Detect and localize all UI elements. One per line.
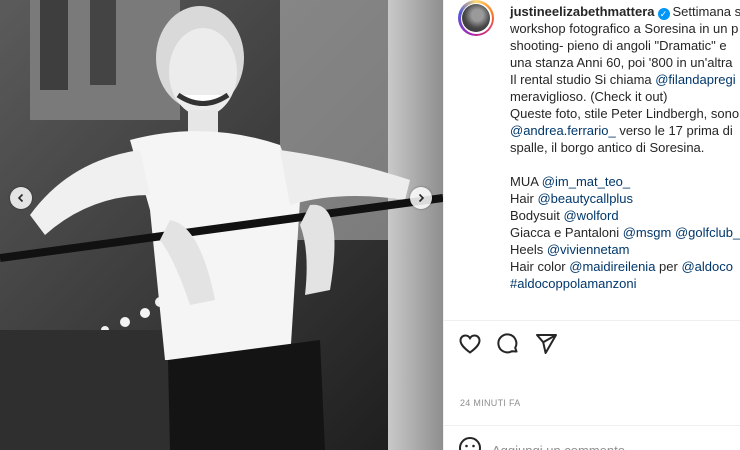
hashtag-link[interactable]: #aldocoppolamanzoni: [510, 276, 636, 291]
caption-text: Giacca e Pantaloni: [510, 225, 623, 240]
share-button[interactable]: [534, 332, 558, 356]
mention-link[interactable]: @aldoco: [681, 259, 733, 274]
mention-link[interactable]: @viviennetam: [547, 242, 630, 257]
caption-line: Heels @viviennetam: [510, 241, 740, 258]
caption-text: Hair color: [510, 259, 570, 274]
author-username[interactable]: justineelizabethmattera: [510, 4, 655, 19]
caption-text: shooting- pieno di angoli "Dramatic" e: [510, 38, 727, 53]
comment-input[interactable]: [492, 443, 712, 450]
caption-line: Il rental studio Si chiama @filandapregi: [510, 71, 740, 88]
comment-button[interactable]: [496, 332, 520, 356]
comment-bubble-icon: [497, 333, 518, 354]
chevron-right-icon: [418, 193, 425, 203]
action-bar: [458, 332, 558, 356]
caption-text: Heels: [510, 242, 547, 257]
caption-line: Hair @beautycallplus: [510, 190, 740, 207]
post-side-panel: justineelizabethmattera ✓ Settimana s works…: [443, 0, 740, 450]
mention-link[interactable]: @wolford: [563, 208, 618, 223]
mention-link[interactable]: @filandapregi: [655, 72, 735, 87]
mention-link[interactable]: @im_mat_teo_: [542, 174, 630, 189]
post-caption: justineelizabethmattera ✓ Settimana s works…: [510, 3, 740, 292]
emoji-button[interactable]: [458, 436, 482, 450]
caption-text: spalle, il borgo antico di Soresina.: [510, 140, 705, 155]
caption-line: spalle, il borgo antico di Soresina.: [510, 139, 740, 156]
caption-text: per: [655, 259, 682, 274]
caption-text: Bodysuit: [510, 208, 564, 223]
instagram-post-view: justineelizabethmattera ✓ Settimana s works…: [0, 0, 740, 450]
caption-line: MUA @im_mat_teo_: [510, 173, 740, 190]
caption-line: workshop fotografico a Soresina in un p: [510, 20, 740, 37]
divider: [444, 320, 740, 321]
caption-text: workshop fotografico a Soresina in un p: [510, 21, 739, 36]
comment-row: [458, 436, 712, 450]
caption-line: Queste foto, stile Peter Lindbergh, sono: [510, 105, 740, 122]
mention-link[interactable]: @golfclub_: [675, 225, 740, 240]
mention-link[interactable]: @maidireilenia: [569, 259, 655, 274]
caption-text: Il rental studio Si chiama: [510, 72, 656, 87]
like-button[interactable]: [458, 332, 482, 356]
verified-badge-icon: ✓: [657, 8, 670, 20]
paper-plane-icon: [536, 334, 557, 354]
heart-icon: [459, 334, 481, 354]
previous-photo-button[interactable]: [10, 187, 32, 209]
caption-line: una stanza Anni 60, poi '800 in un'altra: [510, 54, 740, 71]
mention-link[interactable]: @beautycallplus: [537, 191, 633, 206]
mention-link[interactable]: @andrea.ferrario_: [510, 123, 616, 138]
caption-line: Giacca e Pantaloni @msgm @golfclub_: [510, 224, 740, 241]
mention-link[interactable]: @msgm: [623, 225, 672, 240]
divider: [444, 425, 740, 426]
caption-text: Settimana s: [672, 4, 740, 19]
caption-text: meraviglioso. (Check it out): [510, 89, 668, 104]
caption-line: [510, 156, 740, 173]
caption-line: meraviglioso. (Check it out): [510, 88, 740, 105]
caption-text: Hair: [510, 191, 538, 206]
caption-line: Hair color @maidireilenia per @aldoco: [510, 258, 740, 275]
caption-text: verso le 17 prima di: [615, 123, 733, 138]
caption-text: MUA: [510, 174, 542, 189]
post-photo[interactable]: [0, 0, 443, 450]
caption-line: justineelizabethmattera ✓ Settimana s: [510, 3, 740, 20]
smiley-icon: [459, 437, 481, 450]
caption-text: Queste foto, stile Peter Lindbergh, sono: [510, 106, 740, 121]
caption-line: Bodysuit @wolford: [510, 207, 740, 224]
avatar-image: [462, 4, 490, 32]
caption-text: una stanza Anni 60, poi '800 in un'altra: [510, 55, 733, 70]
author-avatar[interactable]: [458, 0, 494, 36]
caption-line: shooting- pieno di angoli "Dramatic" e: [510, 37, 740, 54]
post-timestamp: 24 MINUTI FA: [460, 398, 521, 408]
chevron-left-icon: [17, 193, 24, 203]
photo-illustration: [0, 0, 443, 450]
caption-line: #aldocoppolamanzoni: [510, 275, 740, 292]
next-photo-button[interactable]: [410, 187, 432, 209]
caption-line: @andrea.ferrario_ verso le 17 prima di: [510, 122, 740, 139]
